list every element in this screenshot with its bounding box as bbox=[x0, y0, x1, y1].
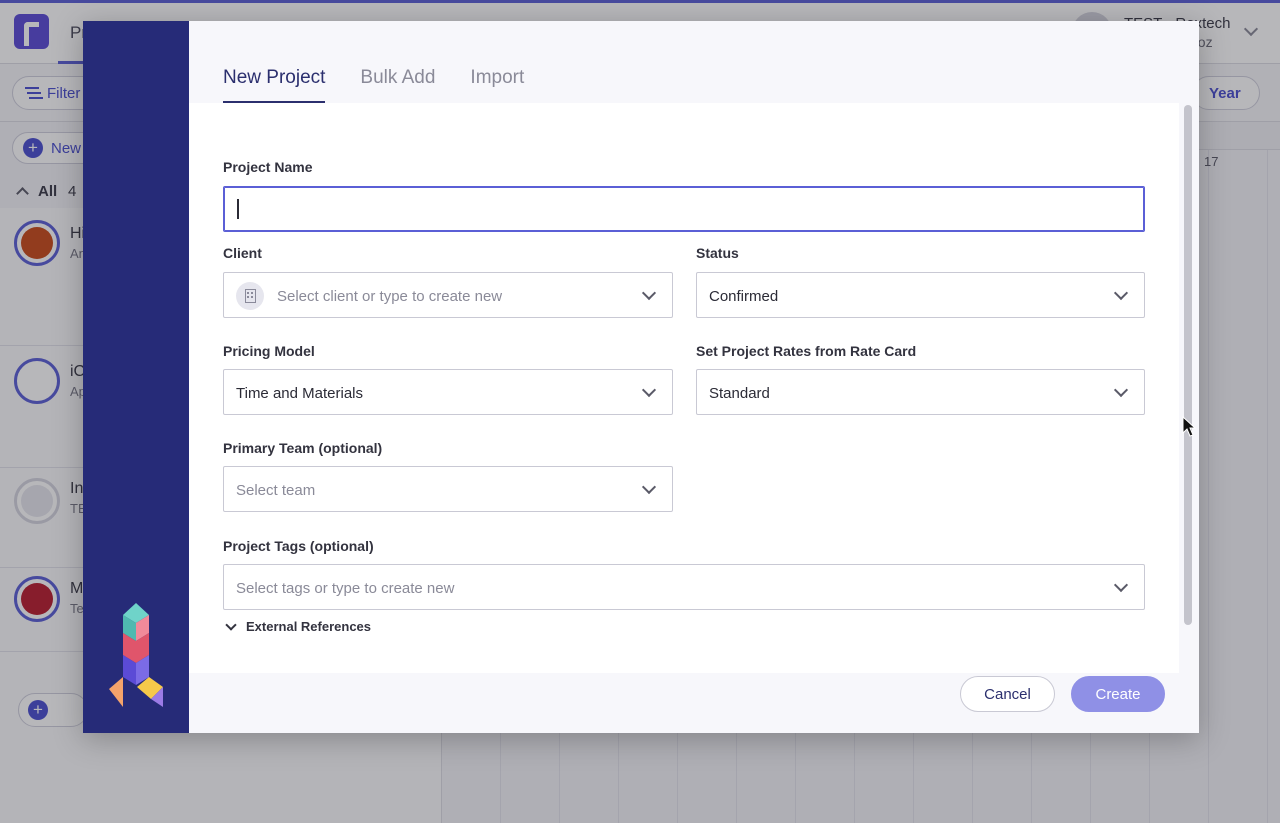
primary-team-placeholder: Select team bbox=[236, 482, 316, 499]
new-project-modal: New Project Bulk Add Import Project Name… bbox=[83, 21, 1199, 733]
modal-side-rail bbox=[83, 21, 189, 733]
primary-team-select[interactable]: Select team bbox=[223, 466, 673, 512]
pricing-model-label: Pricing Model bbox=[223, 343, 315, 359]
rate-card-select[interactable]: Standard bbox=[696, 369, 1145, 415]
primary-team-label: Primary Team (optional) bbox=[223, 440, 383, 456]
tab-bulk-add[interactable]: Bulk Add bbox=[360, 67, 435, 103]
chevron-down-icon[interactable] bbox=[641, 285, 657, 301]
status-label: Status bbox=[696, 245, 739, 261]
cancel-button[interactable]: Cancel bbox=[960, 676, 1055, 712]
create-button[interactable]: Create bbox=[1071, 676, 1165, 712]
client-label: Client bbox=[223, 245, 262, 261]
client-select[interactable]: Select client or type to create new bbox=[223, 272, 673, 318]
rocket-logo-icon bbox=[109, 603, 163, 707]
pricing-model-value: Time and Materials bbox=[236, 385, 363, 402]
chevron-down-icon[interactable] bbox=[1113, 285, 1129, 301]
project-name-input[interactable] bbox=[223, 186, 1145, 232]
project-form: Project Name Client Select client or typ… bbox=[189, 103, 1179, 673]
project-name-label: Project Name bbox=[223, 159, 313, 175]
chevron-down-icon[interactable] bbox=[1113, 577, 1129, 593]
status-select[interactable]: Confirmed bbox=[696, 272, 1145, 318]
project-tags-label: Project Tags (optional) bbox=[223, 538, 374, 554]
mouse-cursor-icon bbox=[1182, 416, 1196, 437]
modal-content: New Project Bulk Add Import Project Name… bbox=[189, 21, 1199, 733]
rate-card-label: Set Project Rates from Rate Card bbox=[696, 343, 917, 359]
modal-tabs: New Project Bulk Add Import bbox=[223, 67, 524, 103]
chevron-down-icon[interactable] bbox=[1113, 382, 1129, 398]
status-value: Confirmed bbox=[709, 288, 779, 305]
external-references-label: External References bbox=[246, 619, 372, 634]
rate-card-value: Standard bbox=[709, 385, 770, 402]
scrollbar-thumb[interactable] bbox=[1184, 105, 1192, 625]
building-icon bbox=[236, 282, 264, 310]
pricing-model-select[interactable]: Time and Materials bbox=[223, 369, 673, 415]
chevron-down-icon[interactable] bbox=[641, 382, 657, 398]
project-tags-placeholder: Select tags or type to create new bbox=[236, 580, 455, 597]
form-scrollbar[interactable] bbox=[1181, 103, 1197, 673]
chevron-down-icon[interactable] bbox=[641, 479, 657, 495]
text-caret bbox=[237, 199, 239, 219]
project-tags-select[interactable]: Select tags or type to create new bbox=[223, 564, 1145, 610]
tab-new-project[interactable]: New Project bbox=[223, 67, 326, 103]
tab-import[interactable]: Import bbox=[470, 67, 524, 103]
client-placeholder: Select client or type to create new bbox=[277, 288, 503, 305]
